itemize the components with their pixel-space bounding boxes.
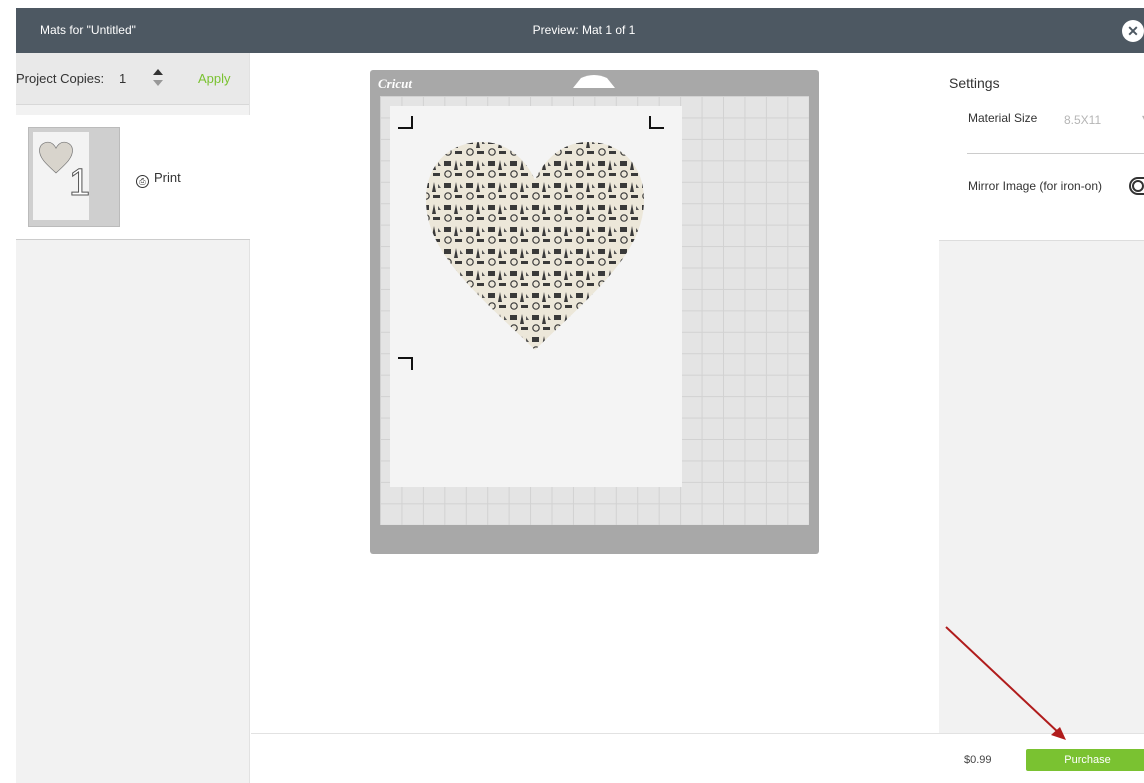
project-copies-input[interactable]: 1	[119, 71, 126, 86]
close-icon[interactable]: ✕	[1122, 20, 1144, 42]
print-label: Print	[154, 170, 181, 185]
material-size-label: Material Size	[968, 111, 1038, 125]
settings-section: Settings Material Size 8.5X11 ▾ Mirror I…	[939, 53, 1144, 241]
mat-preview-area: Cricut	[251, 53, 939, 733]
top-bar: Mats for "Untitled" Preview: Mat 1 of 1 …	[16, 8, 1144, 53]
mat-tab-icon	[573, 75, 615, 88]
mirror-image-label: Mirror Image (for iron-on)	[968, 179, 1103, 193]
settings-title: Settings	[949, 75, 1000, 91]
cutting-mat: Cricut	[370, 70, 819, 554]
material-size-select[interactable]: 8.5X11	[1064, 113, 1101, 127]
registration-corner-icon	[398, 357, 413, 370]
preview-title: Preview: Mat 1 of 1	[532, 23, 636, 37]
settings-panel: Settings Material Size 8.5X11 ▾ Mirror I…	[939, 53, 1144, 733]
mat-grid	[380, 96, 809, 525]
toggle-knob[interactable]	[1132, 180, 1144, 192]
footer-bar: $0.99 Purchase	[251, 733, 1144, 783]
copies-stepper[interactable]	[152, 67, 164, 89]
project-copies-label: Project Copies:	[16, 71, 105, 86]
cricut-logo: Cricut	[378, 76, 412, 91]
print-button[interactable]: ⎙ Print	[136, 170, 181, 188]
purchase-button[interactable]: Purchase	[1026, 749, 1144, 771]
registration-corner-icon	[649, 116, 664, 129]
mats-sidebar: Project Copies: 1 Apply 1 ⎙ Print	[16, 53, 250, 783]
apply-button[interactable]: Apply	[198, 71, 231, 86]
print-icon: ⎙	[136, 175, 149, 188]
stepper-down-icon[interactable]	[153, 80, 163, 86]
project-copies-row: Project Copies: 1 Apply	[16, 53, 249, 105]
mat-number: 1	[68, 162, 91, 205]
app-window: Mats for "Untitled" Preview: Mat 1 of 1 …	[0, 0, 1144, 783]
material-sheet	[390, 106, 682, 487]
mirror-image-toggle[interactable]	[1129, 177, 1144, 195]
registration-corner-icon	[398, 116, 413, 129]
price-label: $0.99	[964, 754, 992, 766]
stepper-up-icon[interactable]	[153, 69, 163, 75]
mat-list-item[interactable]: 1 ⎙ Print	[16, 115, 250, 240]
mat-thumbnail[interactable]: 1	[28, 127, 120, 227]
heart-image[interactable]	[420, 136, 650, 354]
settings-divider	[967, 153, 1144, 154]
